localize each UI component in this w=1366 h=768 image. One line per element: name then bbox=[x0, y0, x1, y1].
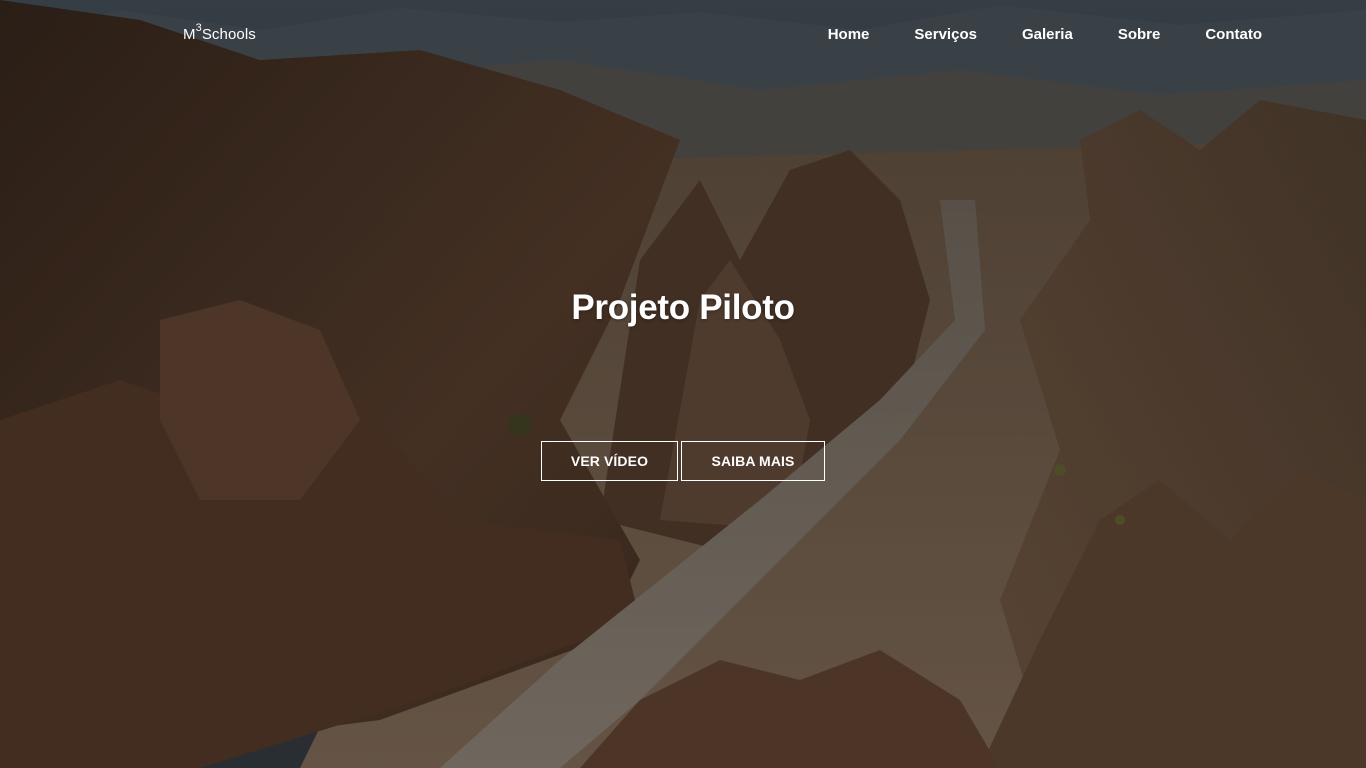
brand-logo[interactable]: M3Schools bbox=[183, 23, 256, 44]
hero-title: Projeto Piloto bbox=[571, 288, 795, 327]
brand-suffix: Schools bbox=[201, 26, 256, 43]
learn-more-button[interactable]: SAIBA MAIS bbox=[681, 441, 825, 481]
nav-links: Home Serviços Galeria Sobre Contato bbox=[828, 26, 1262, 44]
brand-superscript: 3 bbox=[195, 22, 202, 34]
nav-item-galeria[interactable]: Galeria bbox=[1022, 26, 1073, 44]
hero-section: M3Schools Home Serviços Galeria Sobre Co… bbox=[0, 0, 1366, 768]
hero-dark-overlay bbox=[0, 0, 1366, 768]
hero-actions: VER VÍDEO SAIBA MAIS bbox=[541, 441, 825, 481]
nav-item-sobre[interactable]: Sobre bbox=[1118, 26, 1161, 44]
nav-item-servicos[interactable]: Serviços bbox=[914, 26, 977, 44]
brand-prefix: M bbox=[183, 26, 196, 43]
nav-item-home[interactable]: Home bbox=[828, 26, 870, 44]
nav-item-contato[interactable]: Contato bbox=[1205, 26, 1262, 44]
watch-video-button[interactable]: VER VÍDEO bbox=[541, 441, 678, 481]
top-navbar: M3Schools Home Serviços Galeria Sobre Co… bbox=[0, 0, 1366, 70]
